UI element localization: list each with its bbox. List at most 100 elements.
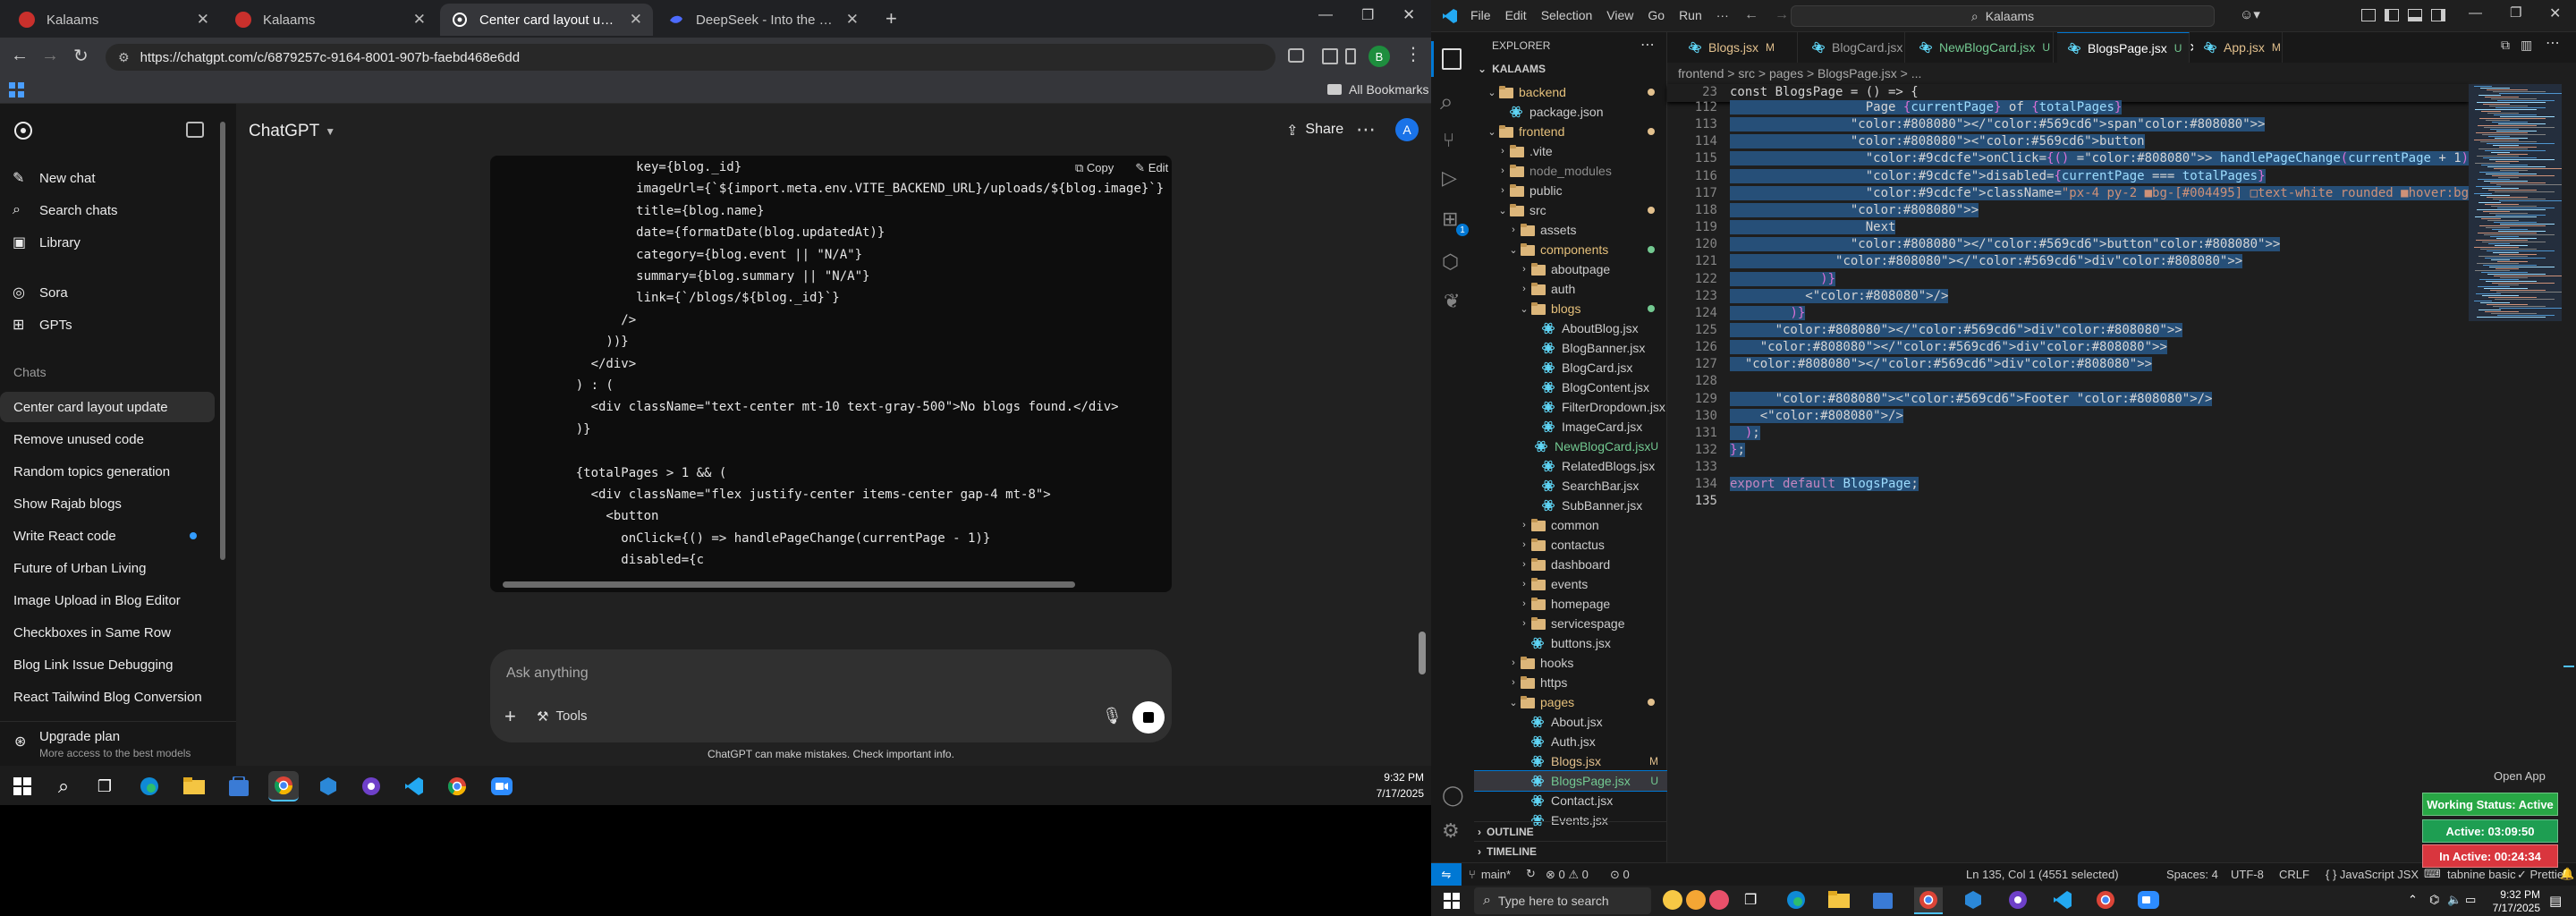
editor-more-icon[interactable]: ⋯ bbox=[2546, 34, 2560, 52]
tree-item[interactable]: › dashboard bbox=[1474, 555, 1667, 574]
sidebar-item-new-chat[interactable]: ✎ New chat bbox=[13, 163, 215, 193]
outline-section[interactable]: › OUTLINE bbox=[1474, 821, 1667, 841]
tree-item[interactable]: package.json bbox=[1474, 102, 1667, 122]
maximize-icon[interactable]: ❐ bbox=[1361, 6, 1374, 24]
editor-tab[interactable]: BlogsPage.jsxU✕ bbox=[2057, 32, 2199, 63]
new-tab-button[interactable]: + bbox=[886, 7, 897, 30]
chrome-taskbar-icon-2[interactable] bbox=[442, 771, 472, 802]
sync-icon[interactable]: ↻ bbox=[1526, 867, 1536, 881]
toggle-sidebar-icon[interactable] bbox=[2385, 9, 2399, 21]
remote-icon[interactable]: ⬡ bbox=[1442, 250, 1459, 274]
explorer-icon[interactable] bbox=[1442, 48, 1462, 70]
mongodb-icon[interactable]: ❦ bbox=[1444, 290, 1460, 313]
address-bar[interactable]: ⚙ https://chatgpt.com/c/6879257c-9164-80… bbox=[106, 44, 1275, 71]
zoom-icon[interactable] bbox=[487, 771, 517, 802]
tree-item[interactable]: › homepage bbox=[1474, 594, 1667, 614]
chrome-taskbar-icon[interactable] bbox=[1914, 887, 1943, 914]
tree-item[interactable]: ⌄ pages bbox=[1474, 692, 1667, 712]
all-bookmarks[interactable]: All Bookmarks bbox=[1327, 82, 1428, 97]
menu-item[interactable]: Selection bbox=[1541, 8, 1593, 22]
cursor-position[interactable]: Ln 135, Col 1 (4551 selected) bbox=[1966, 868, 2119, 881]
split-editor-right-icon[interactable]: ▥ bbox=[2521, 38, 2532, 53]
timeline-section[interactable]: › TIMELINE bbox=[1474, 841, 1667, 861]
sidebar-item-gpts[interactable]: ⊞ GPTs bbox=[13, 310, 215, 340]
close-icon[interactable]: ✕ bbox=[846, 11, 859, 29]
vscode-taskbar-icon[interactable] bbox=[399, 771, 429, 802]
run-debug-icon[interactable]: ▷ bbox=[1442, 166, 1457, 190]
tree-item[interactable]: › .vite bbox=[1474, 141, 1667, 161]
tree-item[interactable]: › servicespage bbox=[1474, 614, 1667, 633]
forward-icon[interactable]: → bbox=[41, 46, 59, 66]
menu-item[interactable]: Edit bbox=[1505, 8, 1527, 22]
tree-item[interactable]: ⌄ frontend bbox=[1474, 122, 1667, 141]
indentation[interactable]: Spaces: 4 bbox=[2166, 868, 2218, 881]
chat-item[interactable]: Image Upload in Blog Editor bbox=[0, 585, 215, 615]
tree-item[interactable]: BlogBanner.jsx bbox=[1474, 338, 1667, 358]
tabnine-status[interactable]: tabnine basic bbox=[2447, 868, 2516, 881]
extension-icon[interactable] bbox=[1288, 48, 1304, 63]
back-icon[interactable]: ← bbox=[1744, 7, 1758, 23]
close-icon[interactable]: ✕ bbox=[413, 11, 426, 29]
volume-icon[interactable]: 🔈 bbox=[2447, 893, 2462, 907]
tree-item[interactable]: Contact.jsx bbox=[1474, 791, 1667, 810]
menu-item[interactable]: View bbox=[1606, 8, 1633, 22]
tree-item[interactable]: › https bbox=[1474, 673, 1667, 692]
chat-item[interactable]: Center card layout update bbox=[0, 392, 215, 422]
tree-item[interactable]: ⌄ components bbox=[1474, 240, 1667, 259]
menu-item[interactable]: ··· bbox=[1716, 8, 1729, 22]
explorer-more-icon[interactable]: ⋯ bbox=[1640, 36, 1655, 54]
tree-item[interactable]: ⌄ backend bbox=[1474, 82, 1667, 102]
editor-tab[interactable]: Blogs.jsx M bbox=[1678, 32, 1798, 63]
github-desktop-icon[interactable] bbox=[356, 771, 386, 802]
menu-item[interactable]: Go bbox=[1648, 8, 1665, 22]
task-view-icon[interactable]: ❐ bbox=[89, 771, 120, 802]
notifications-bell-icon[interactable]: 🔔 bbox=[2560, 867, 2574, 881]
layout-panel-icon[interactable] bbox=[2361, 9, 2376, 21]
code-hscrollbar[interactable] bbox=[503, 581, 1075, 588]
minimap[interactable] bbox=[2469, 84, 2563, 862]
tree-item[interactable]: › public bbox=[1474, 181, 1667, 200]
openai-logo-icon[interactable] bbox=[13, 120, 34, 141]
chat-item[interactable]: Blog Link Issue Debugging bbox=[0, 649, 215, 680]
close-window-icon[interactable]: ✕ bbox=[2549, 4, 2561, 22]
tree-item[interactable]: › hooks bbox=[1474, 653, 1667, 673]
chrome-tab-kalaams-2[interactable]: Kalaams ✕ bbox=[224, 4, 436, 36]
tree-item[interactable]: AboutBlog.jsx bbox=[1474, 318, 1667, 338]
chrome-tab-chatgpt[interactable]: Center card layout update ✕ bbox=[440, 4, 653, 36]
share-button[interactable]: ⇪ Share bbox=[1286, 122, 1343, 140]
branch-indicator[interactable]: ⑂ main* bbox=[1469, 868, 1511, 881]
editor-scrollbar[interactable] bbox=[2562, 84, 2576, 862]
language-mode[interactable]: { } JavaScript JSX bbox=[2326, 868, 2419, 881]
minimize-icon[interactable]: — bbox=[1318, 7, 1333, 23]
file-explorer-icon[interactable] bbox=[1828, 891, 1850, 909]
tree-item[interactable]: › auth bbox=[1474, 279, 1667, 299]
tree-item[interactable]: SearchBar.jsx bbox=[1474, 476, 1667, 496]
tree-item[interactable]: FilterDropdown.jsx bbox=[1474, 397, 1667, 417]
encoding[interactable]: UTF-8 bbox=[2231, 868, 2264, 881]
ports-indicator[interactable]: ⊙ 0 bbox=[1610, 868, 1630, 882]
chat-item[interactable]: Future of Urban Living bbox=[0, 553, 215, 583]
tree-item[interactable]: Blogs.jsx M bbox=[1474, 751, 1667, 771]
tree-item[interactable]: BlogsPage.jsx U bbox=[1474, 770, 1667, 792]
chat-item[interactable]: React Tailwind Blog Conversion bbox=[0, 682, 215, 712]
tree-item[interactable]: ⌄ blogs bbox=[1474, 299, 1667, 318]
chat-item[interactable]: Show Rajab blogs bbox=[0, 488, 215, 519]
profile-avatar[interactable]: B bbox=[1368, 46, 1390, 67]
github-desktop-icon[interactable] bbox=[2007, 889, 2029, 911]
chrome-menu-icon[interactable]: ⋮ bbox=[1404, 43, 1422, 65]
tree-item[interactable]: ImageCard.jsx bbox=[1474, 417, 1667, 437]
tools-button[interactable]: ⚒ Tools bbox=[537, 708, 587, 725]
tree-item[interactable]: NewBlogCard.jsx U bbox=[1474, 437, 1667, 456]
tree-item[interactable]: SubBanner.jsx bbox=[1474, 496, 1667, 515]
tray-overflow-icon[interactable]: ⌃ bbox=[2408, 893, 2418, 907]
chat-scrollbar[interactable] bbox=[1419, 632, 1426, 674]
menu-item[interactable]: File bbox=[1470, 8, 1491, 22]
tree-item[interactable]: BlogCard.jsx bbox=[1474, 358, 1667, 377]
tree-item[interactable]: RelatedBlogs.jsx bbox=[1474, 456, 1667, 476]
model-selector[interactable]: ChatGPT ▼ bbox=[249, 122, 335, 141]
add-attachment-icon[interactable]: + bbox=[504, 705, 516, 728]
user-avatar[interactable]: A bbox=[1395, 118, 1419, 141]
tree-item[interactable]: Auth.jsx bbox=[1474, 732, 1667, 751]
windows-start-icon[interactable] bbox=[7, 771, 38, 802]
chrome-tab-kalaams-1[interactable]: Kalaams ✕ bbox=[7, 4, 220, 36]
